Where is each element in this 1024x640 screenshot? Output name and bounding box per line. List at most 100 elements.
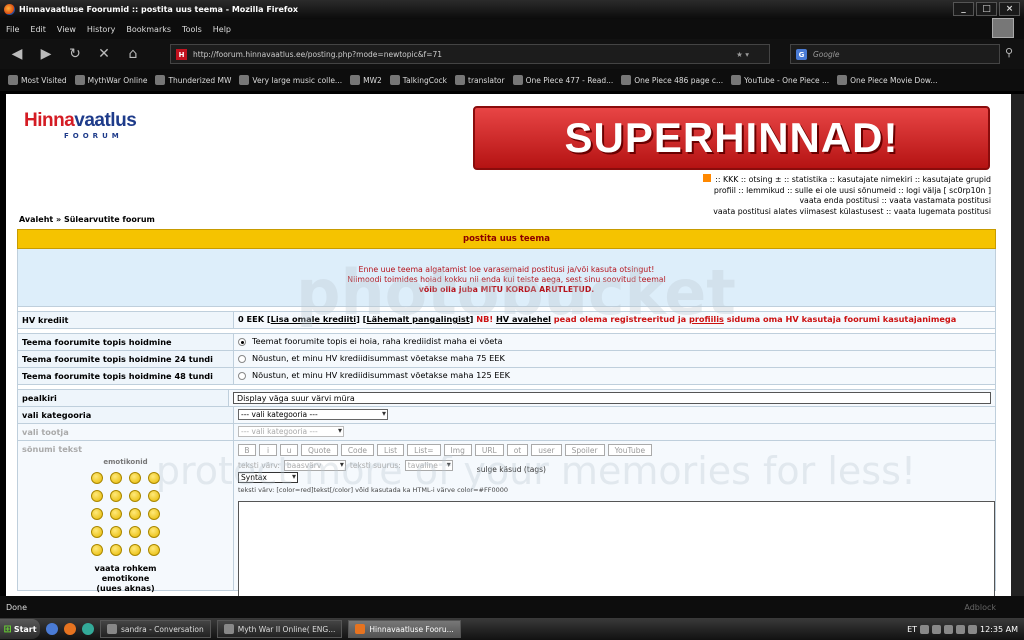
emoticon-icon[interactable] — [148, 490, 160, 502]
search-input[interactable]: G Google — [790, 44, 1000, 64]
emoticon-icon[interactable] — [148, 526, 160, 538]
emoticon-icon[interactable] — [110, 544, 122, 556]
bold-button[interactable]: B — [238, 444, 256, 456]
bookmark-item[interactable]: One Piece 477 - Read... — [512, 75, 613, 85]
maximize-button[interactable]: □ — [976, 2, 997, 16]
emoticon-icon[interactable] — [91, 490, 103, 502]
close-tags-link[interactable]: sulge käsud (tags) — [477, 465, 546, 474]
emoticon-icon[interactable] — [129, 508, 141, 520]
subject-input[interactable]: Display väga suur värvi müra — [233, 392, 991, 404]
menu-bookmarks[interactable]: Bookmarks — [126, 25, 171, 34]
ot-button[interactable]: ot — [506, 444, 529, 456]
more-emoticons-link[interactable]: vaata rohkem emotikone (uues aknas) — [22, 564, 229, 594]
links-line[interactable]: vaata enda postitusi :: vaata vastamata … — [703, 196, 991, 207]
minimize-button[interactable]: _ — [953, 2, 974, 16]
emoticon-icon[interactable] — [91, 544, 103, 556]
spoiler-button[interactable]: Spoiler — [564, 444, 605, 456]
underline-button[interactable]: u — [280, 444, 298, 456]
taskbar-item[interactable]: Myth War II Online( ENG... — [216, 620, 343, 638]
bookmark-item[interactable]: One Piece 486 page c... — [621, 75, 723, 85]
menu-file[interactable]: File — [6, 25, 19, 34]
emoticon-icon[interactable] — [110, 490, 122, 502]
emoticon-icon[interactable] — [148, 544, 160, 556]
emoticon-icon[interactable] — [129, 526, 141, 538]
links-line[interactable]: :: KKK :: otsing ± :: statistika :: kasu… — [703, 174, 991, 186]
bookmark-item[interactable]: MW2 — [350, 75, 382, 85]
start-button[interactable]: ⊞ Start — [0, 619, 40, 639]
bookmark-item[interactable]: MythWar Online — [74, 75, 147, 85]
links-line[interactable]: profiil :: lemmikud :: sulle ei ole uusi… — [703, 186, 991, 197]
code-button[interactable]: Code — [340, 444, 375, 456]
language-indicator[interactable]: ET — [907, 625, 917, 634]
emoticon-icon[interactable] — [91, 472, 103, 484]
category-select[interactable]: --- vali kategooria --- — [238, 409, 388, 420]
add-credit-link[interactable]: Lisa omale krediiti — [271, 314, 356, 324]
bookmark-item[interactable]: translator — [455, 75, 505, 85]
site-logo[interactable]: Hinnavaatlus FOORUM — [24, 110, 164, 144]
bookmark-item[interactable]: Thunderized MW — [155, 75, 231, 85]
tray-icon[interactable] — [920, 624, 930, 634]
emoticon-icon[interactable] — [129, 544, 141, 556]
bookmark-item[interactable]: TalkingCock — [389, 75, 447, 85]
sticky-option[interactable]: Nõustun, et minu HV krediidisummast võet… — [234, 351, 995, 367]
emoticon-icon[interactable] — [91, 526, 103, 538]
tray-icon[interactable] — [932, 624, 942, 634]
user-button[interactable]: user — [531, 444, 562, 456]
bookmark-item[interactable]: Very large music colle... — [239, 75, 342, 85]
quote-button[interactable]: Quote — [301, 444, 338, 456]
ordered-list-button[interactable]: List= — [407, 444, 441, 456]
volume-icon[interactable] — [956, 624, 966, 634]
menu-tools[interactable]: Tools — [182, 25, 202, 34]
size-select[interactable]: tavaline — [404, 460, 453, 471]
links-line[interactable]: vaata postitusi alates viimasest külastu… — [703, 207, 991, 218]
radio-button[interactable] — [238, 337, 246, 346]
profile-link[interactable]: profiilis — [689, 314, 724, 324]
star-icon[interactable]: ★ ▾ — [736, 50, 749, 59]
bookmark-item[interactable]: YouTube - One Piece ... — [731, 75, 829, 85]
tray-icon[interactable] — [944, 624, 954, 634]
url-button[interactable]: URL — [474, 444, 504, 456]
taskbar-item[interactable]: sandra - Conversation — [100, 620, 211, 638]
page-scrollbar[interactable] — [1011, 94, 1024, 596]
emoticon-icon[interactable] — [110, 526, 122, 538]
youtube-button[interactable]: YouTube — [607, 444, 653, 456]
bookmark-item[interactable]: One Piece Movie Dow... — [837, 75, 938, 85]
menu-view[interactable]: View — [57, 25, 76, 34]
firefox-quicklaunch-icon[interactable] — [64, 623, 76, 635]
url-bar[interactable]: H http://foorum.hinnavaatlus.ee/posting.… — [170, 44, 770, 64]
sticky-option[interactable]: Teemat foorumite topis ei hoia, raha kre… — [234, 334, 995, 350]
messenger-quicklaunch-icon[interactable] — [82, 623, 94, 635]
emoticon-icon[interactable] — [129, 472, 141, 484]
menu-help[interactable]: Help — [213, 25, 231, 34]
color-select[interactable]: baasvärv — [283, 460, 346, 471]
close-button[interactable]: × — [999, 2, 1020, 16]
bookmark-item[interactable]: Most Visited — [8, 75, 67, 85]
taskbar-item[interactable]: Hinnavaatluse Fooru... — [348, 620, 461, 638]
stop-icon[interactable]: ✕ — [92, 42, 116, 66]
emoticon-icon[interactable] — [91, 508, 103, 520]
back-icon[interactable]: ◀ — [5, 42, 29, 66]
emoticon-icon[interactable] — [148, 472, 160, 484]
italic-button[interactable]: i — [259, 444, 277, 456]
bank-link[interactable]: Lähemalt pangalingist — [366, 314, 469, 324]
ad-banner[interactable]: SUPERHINNAD! — [473, 106, 990, 170]
maker-select[interactable]: --- vali kategooria --- — [238, 426, 344, 437]
reload-icon[interactable]: ↻ — [63, 42, 87, 66]
forward-icon[interactable]: ▶ — [34, 42, 58, 66]
image-button[interactable]: Img — [443, 444, 472, 456]
sticky-option[interactable]: Nõustun, et minu HV krediidisummast võet… — [234, 368, 995, 384]
network-icon[interactable] — [968, 624, 978, 634]
adblock-button[interactable]: Adblock — [964, 603, 996, 612]
message-textarea[interactable] — [238, 501, 995, 596]
emoticon-icon[interactable] — [110, 508, 122, 520]
radio-button[interactable] — [238, 371, 246, 380]
emoticon-icon[interactable] — [110, 472, 122, 484]
menu-edit[interactable]: Edit — [30, 25, 46, 34]
rss-icon[interactable] — [703, 174, 712, 182]
menu-history[interactable]: History — [87, 25, 115, 34]
search-go-icon[interactable]: ⚲ — [1005, 46, 1013, 59]
syntax-select[interactable]: Syntax — [238, 472, 298, 483]
list-button[interactable]: List — [377, 444, 405, 456]
home-icon[interactable]: ⌂ — [121, 42, 145, 66]
hv-home-link[interactable]: HV avalehel — [496, 314, 551, 324]
